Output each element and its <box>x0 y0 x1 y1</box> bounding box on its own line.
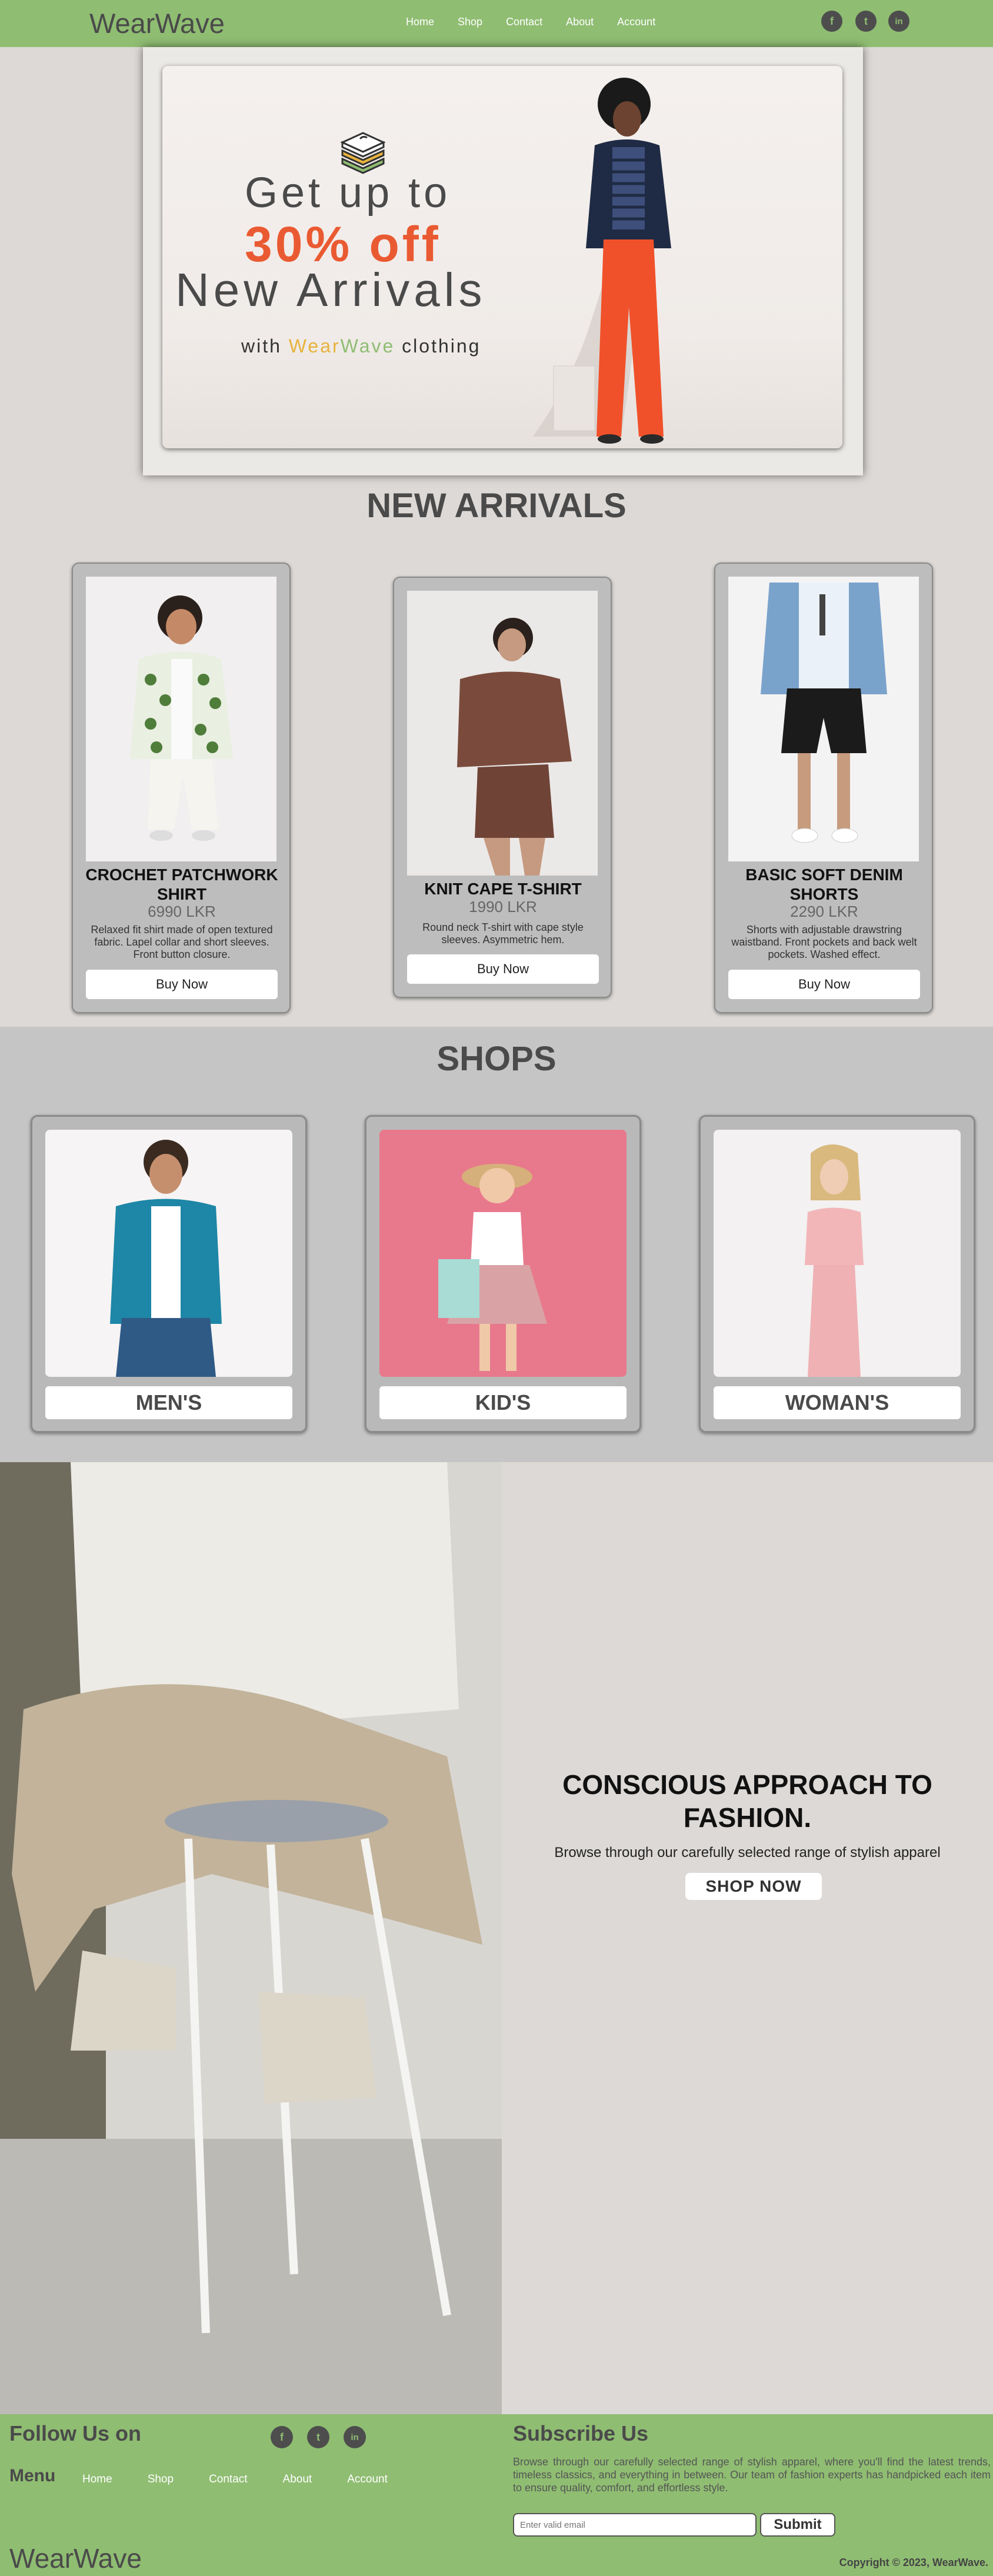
linkedin-icon[interactable]: in <box>888 11 909 32</box>
buy-now-button[interactable]: Buy Now <box>728 970 920 999</box>
buy-now-button[interactable]: Buy Now <box>407 954 599 984</box>
knit-tshirt-model-image <box>407 591 598 876</box>
nav-links: Home Shop Contact About Account <box>406 16 679 28</box>
twitter-icon[interactable]: t <box>307 2426 329 2448</box>
shop-image-mens <box>45 1130 292 1377</box>
product-image[interactable] <box>86 577 276 861</box>
nav-link-contact[interactable]: Contact <box>506 16 542 28</box>
promo-section: CONSCIOUS APPROACH TO FASHION. Browse th… <box>502 1462 993 2414</box>
product-price: 6990 LKR <box>148 903 216 920</box>
kids-model-image <box>379 1130 627 1377</box>
buy-now-button[interactable]: Buy Now <box>86 970 278 999</box>
new-arrivals-title: NEW ARRIVALS <box>366 487 627 525</box>
nav-link-about[interactable]: About <box>566 16 594 28</box>
hero-tagline-prefix: with <box>241 335 289 357</box>
footer: Follow Us on f t in Menu Home Shop Conta… <box>0 2414 993 2576</box>
product-card: KNIT CAPE T-SHIRT 1990 LKR Round neck T-… <box>393 577 612 998</box>
product-card: BASIC SOFT DENIM SHORTS 2290 LKR Shorts … <box>714 563 933 1013</box>
subscribe-heading: Subscribe Us <box>513 2421 649 2445</box>
footer-link-account[interactable]: Account <box>347 2473 388 2486</box>
product-image[interactable] <box>407 591 598 876</box>
product-name: CROCHET PATCHWORK SHIRT <box>85 866 278 903</box>
mens-model-image <box>45 1130 292 1377</box>
product-price: 2290 LKR <box>790 903 858 920</box>
submit-button[interactable]: Submit <box>760 2513 835 2537</box>
top-navbar: WearWave Home Shop Contact About Account… <box>0 0 993 47</box>
shop-card-womens[interactable]: WOMAN'S <box>699 1115 975 1433</box>
product-card: CROCHET PATCHWORK SHIRT 6990 LKR Relaxed… <box>72 563 291 1013</box>
product-image[interactable] <box>728 577 919 861</box>
product-price: 1990 LKR <box>469 898 537 916</box>
shop-card-mens[interactable]: MEN'S <box>31 1115 307 1433</box>
facebook-icon[interactable]: f <box>821 11 842 32</box>
hero-heading-line3: New Arrivals <box>175 264 486 316</box>
shop-image-womens <box>714 1130 961 1377</box>
product-description: Shorts with adjustable drawstring waistb… <box>731 924 917 960</box>
facebook-icon[interactable]: f <box>271 2426 293 2448</box>
shop-label-womens[interactable]: WOMAN'S <box>714 1386 961 1419</box>
brand-logo[interactable]: WearWave <box>89 7 225 39</box>
womens-model-image <box>714 1130 961 1377</box>
hero-tagline-brand-a: Wear <box>288 335 341 357</box>
hero-tagline-suffix: clothing <box>395 335 481 357</box>
hero-tagline: with WearWave clothing <box>241 335 481 357</box>
nav-link-home[interactable]: Home <box>406 16 434 28</box>
nav-link-shop[interactable]: Shop <box>458 16 482 28</box>
follow-us-heading: Follow Us on <box>9 2421 141 2445</box>
subscribe-description: Browse through our carefully selected ra… <box>513 2456 991 2494</box>
crochet-shirt-model-image <box>86 577 276 861</box>
footer-link-contact[interactable]: Contact <box>209 2473 247 2486</box>
shop-image-kids <box>379 1130 627 1377</box>
promo-subtitle: Browse through our carefully selected ra… <box>554 1845 941 1861</box>
footer-link-shop[interactable]: Shop <box>148 2473 174 2486</box>
hero-model-image <box>533 78 671 444</box>
product-name: KNIT CAPE T-SHIRT <box>424 880 582 898</box>
nav-link-account[interactable]: Account <box>617 16 655 28</box>
linkedin-icon[interactable]: in <box>344 2426 366 2448</box>
footer-logo[interactable]: WearWave <box>9 2542 142 2574</box>
product-name: BASIC SOFT DENIM SHORTS <box>745 866 903 903</box>
twitter-icon[interactable]: t <box>855 11 877 32</box>
product-description: Relaxed fit shirt made of open textured … <box>91 924 273 960</box>
promo-title: CONSCIOUS APPROACH TO FASHION. <box>562 1769 932 1833</box>
hero-heading-line1: Get up to <box>245 169 451 217</box>
footer-link-home[interactable]: Home <box>82 2473 112 2486</box>
footer-link-about[interactable]: About <box>283 2473 312 2486</box>
hero-tagline-brand-b: Wave <box>340 335 395 357</box>
shop-card-kids[interactable]: KID'S <box>365 1115 641 1433</box>
shop-now-button[interactable]: SHOP NOW <box>685 1873 822 1900</box>
denim-shorts-model-image <box>728 577 919 861</box>
shop-label-kids[interactable]: KID'S <box>379 1386 627 1419</box>
hero-banner: Get up to 30% off New Arrivals with Wear… <box>162 66 842 448</box>
footer-links: Home Shop Contact About Account <box>82 2473 423 2486</box>
email-input[interactable] <box>513 2513 757 2537</box>
shop-label-mens[interactable]: MEN'S <box>45 1386 292 1419</box>
promo-image <box>0 1462 502 2414</box>
shops-title: SHOPS <box>436 1040 557 1078</box>
product-description: Round neck T-shirt with cape style sleev… <box>422 921 584 946</box>
seated-man-image <box>0 1462 502 2414</box>
footer-menu-heading: Menu <box>9 2466 56 2485</box>
copyright-text: Copyright © 2023, WearWave. <box>839 2557 988 2568</box>
